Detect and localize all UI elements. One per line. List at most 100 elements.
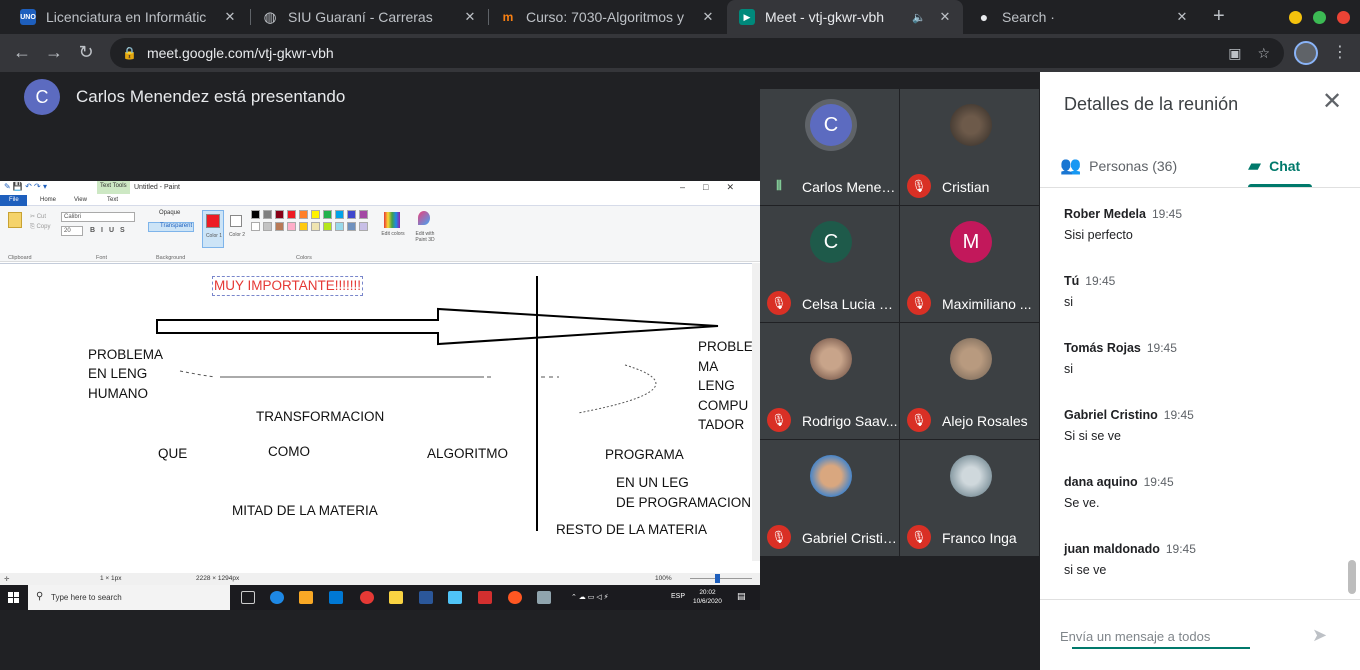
- paint3d-icon: [418, 211, 430, 225]
- message-time: 19:45: [1143, 475, 1174, 489]
- participant-tile[interactable]: C 🎙 Celsa Lucia Fr...: [760, 206, 900, 323]
- new-tab-button[interactable]: +: [1213, 5, 1233, 28]
- meeting-details-panel: Detalles de la reunión ✕ 👥 Personas (36)…: [1040, 72, 1360, 670]
- mic-muted-icon: 🎙: [767, 525, 791, 549]
- participant-name: Rodrigo Saav...: [802, 413, 898, 429]
- speaker-icon: 🔈: [912, 11, 926, 24]
- canvas-text: TADOR: [698, 417, 745, 432]
- taskbar-clock: 20:02 10/6/2020: [693, 588, 722, 606]
- mic-muted-icon: 🎙: [907, 174, 931, 198]
- participant-tile[interactable]: 🎙 Rodrigo Saav...: [760, 323, 900, 440]
- participant-avatar: C: [810, 221, 852, 263]
- tab-chat[interactable]: ▰ Chat: [1248, 144, 1300, 188]
- participant-tile[interactable]: C ⦀ Carlos Menen...: [760, 89, 900, 206]
- paint-vertical-scrollbar: [752, 263, 760, 561]
- transparent-option: Transparent: [148, 222, 194, 232]
- chat-message: Tú 19:45 si: [1064, 272, 1344, 339]
- participant-name: Celsa Lucia Fr...: [802, 296, 898, 312]
- canvas-text: PROBLEMA: [88, 347, 164, 362]
- camera-blocked-icon[interactable]: ▣: [1228, 45, 1241, 62]
- paint-ribbon-tabs: File Home View Text: [0, 195, 760, 206]
- close-tab-icon[interactable]: ✕: [937, 9, 953, 25]
- participant-tile[interactable]: 🎙 Franco Inga: [900, 440, 1040, 557]
- mic-muted-icon: 🎙: [907, 291, 931, 315]
- clock-date: 10/6/2020: [693, 598, 722, 605]
- chat-scrollbar-thumb[interactable]: [1348, 560, 1356, 594]
- chrome-icon: [360, 591, 374, 604]
- chat-message: dana aquino 19:45 Se ve.: [1064, 473, 1344, 540]
- browser-tab-licenciatura[interactable]: UNO Licenciatura en Informátic ✕: [8, 0, 248, 34]
- tray-lang: ESP: [671, 593, 686, 600]
- participant-tile[interactable]: 🎙 Gabriel Cristino: [760, 440, 900, 557]
- message-time: 19:45: [1165, 542, 1196, 556]
- panel-title: Detalles de la reunión: [1064, 94, 1239, 114]
- moodle-icon: m: [502, 10, 514, 24]
- browser-tab-meet[interactable]: ▶ Meet - vtj-gkwr-vbh 🔈 ✕: [727, 0, 963, 34]
- word-icon: [419, 591, 433, 604]
- selection-size: 1 × 1px: [100, 575, 122, 582]
- message-time: 19:45: [1085, 274, 1116, 288]
- participant-name: Gabriel Cristino: [802, 530, 898, 546]
- close-tab-icon[interactable]: ✕: [462, 9, 478, 25]
- group-background: Background: [156, 255, 186, 261]
- palette-swatch: [287, 210, 296, 219]
- mail-icon: [329, 591, 343, 604]
- maximize-button[interactable]: [1313, 11, 1326, 24]
- bookmark-star-icon[interactable]: ☆: [1257, 45, 1270, 62]
- color2-label: Color 2: [228, 232, 246, 238]
- search-icon: ⚲: [36, 591, 44, 602]
- close-panel-button[interactable]: ✕: [1320, 90, 1344, 114]
- group-font: Font: [96, 255, 108, 261]
- canvas-text: EN LENG: [88, 366, 148, 381]
- close-tab-icon[interactable]: ✕: [1174, 9, 1190, 25]
- chat-messages: Rober Medela 19:45 Sisi perfecto Tú 19:45 …: [1064, 205, 1344, 607]
- palette-swatch: [275, 222, 284, 231]
- participant-grid: C ⦀ Carlos Menen... 🎙 Cristian C 🎙 Celsa…: [760, 89, 1040, 558]
- tab-title: SIU Guaraní - Carreras: [288, 9, 433, 25]
- back-button[interactable]: ←: [11, 42, 33, 63]
- send-icon[interactable]: ➤: [1312, 625, 1327, 646]
- browser-tab-curso[interactable]: m Curso: 7030-Algoritmos y ✕: [488, 0, 726, 34]
- zoom-level: 100%: [655, 575, 672, 582]
- browser-tab-github[interactable]: ● Search · ✕: [964, 0, 1200, 34]
- participant-name: Alejo Rosales: [942, 413, 1028, 429]
- presenter-banner: Carlos Menendez está presentando: [76, 87, 346, 106]
- close-tab-icon[interactable]: ✕: [222, 9, 238, 25]
- participant-tile[interactable]: 🎙 Alejo Rosales: [900, 323, 1040, 440]
- paint3d-label: Edit with Paint 3D: [415, 231, 435, 243]
- chrome-menu-icon[interactable]: ⋮: [1332, 42, 1348, 62]
- edge-icon: [270, 591, 284, 604]
- message-sender: Gabriel Cristino: [1064, 408, 1158, 422]
- tab-chat-label: Chat: [1269, 158, 1301, 174]
- palette-swatch: [299, 210, 308, 219]
- browser-tab-siu-guarani[interactable]: ◍ SIU Guaraní - Carreras ✕: [250, 0, 488, 34]
- tab-people[interactable]: 👥 Personas (36): [1060, 144, 1177, 188]
- participant-avatar-photo: [950, 455, 992, 497]
- forward-button[interactable]: →: [43, 42, 65, 63]
- palette-swatch: [323, 210, 332, 219]
- uno-favicon-icon: UNO: [20, 9, 36, 25]
- omnibox[interactable]: 🔒 meet.google.com/vtj-gkwr-vbh ▣ ☆: [110, 38, 1284, 68]
- store-icon: [299, 591, 313, 604]
- close-window-button[interactable]: [1337, 11, 1350, 24]
- canvas-text: HUMANO: [88, 386, 148, 401]
- quick-access-icons: ✎ 💾 ↶ ↷ ▾: [4, 182, 47, 191]
- close-tab-icon[interactable]: ✕: [700, 9, 716, 25]
- reload-button[interactable]: ↻: [75, 42, 97, 63]
- palette-swatch: [251, 210, 260, 219]
- participant-avatar-photo: [810, 338, 852, 380]
- minimize-button[interactable]: [1289, 11, 1302, 24]
- participant-avatar-photo: [810, 455, 852, 497]
- participant-tile[interactable]: 🎙 Cristian: [900, 89, 1040, 206]
- chat-message-input[interactable]: [1060, 627, 1290, 645]
- message-sender: juan maldonado: [1064, 542, 1160, 556]
- paint-canvas: MUY IMPORTANTE!!!!!!! PROBLEMA EN LENG H…: [0, 263, 753, 561]
- color2-swatch: [230, 215, 242, 227]
- taskbar-search-text: Type here to search: [51, 593, 122, 602]
- notifications-icon: ▤: [737, 591, 746, 601]
- participant-tile[interactable]: M 🎙 Maximiliano ...: [900, 206, 1040, 323]
- tab-title: Curso: 7030-Algoritmos y: [526, 9, 684, 25]
- profile-avatar[interactable]: [1294, 41, 1318, 65]
- message-time: 19:45: [1163, 408, 1194, 422]
- lock-icon: 🔒: [122, 46, 137, 60]
